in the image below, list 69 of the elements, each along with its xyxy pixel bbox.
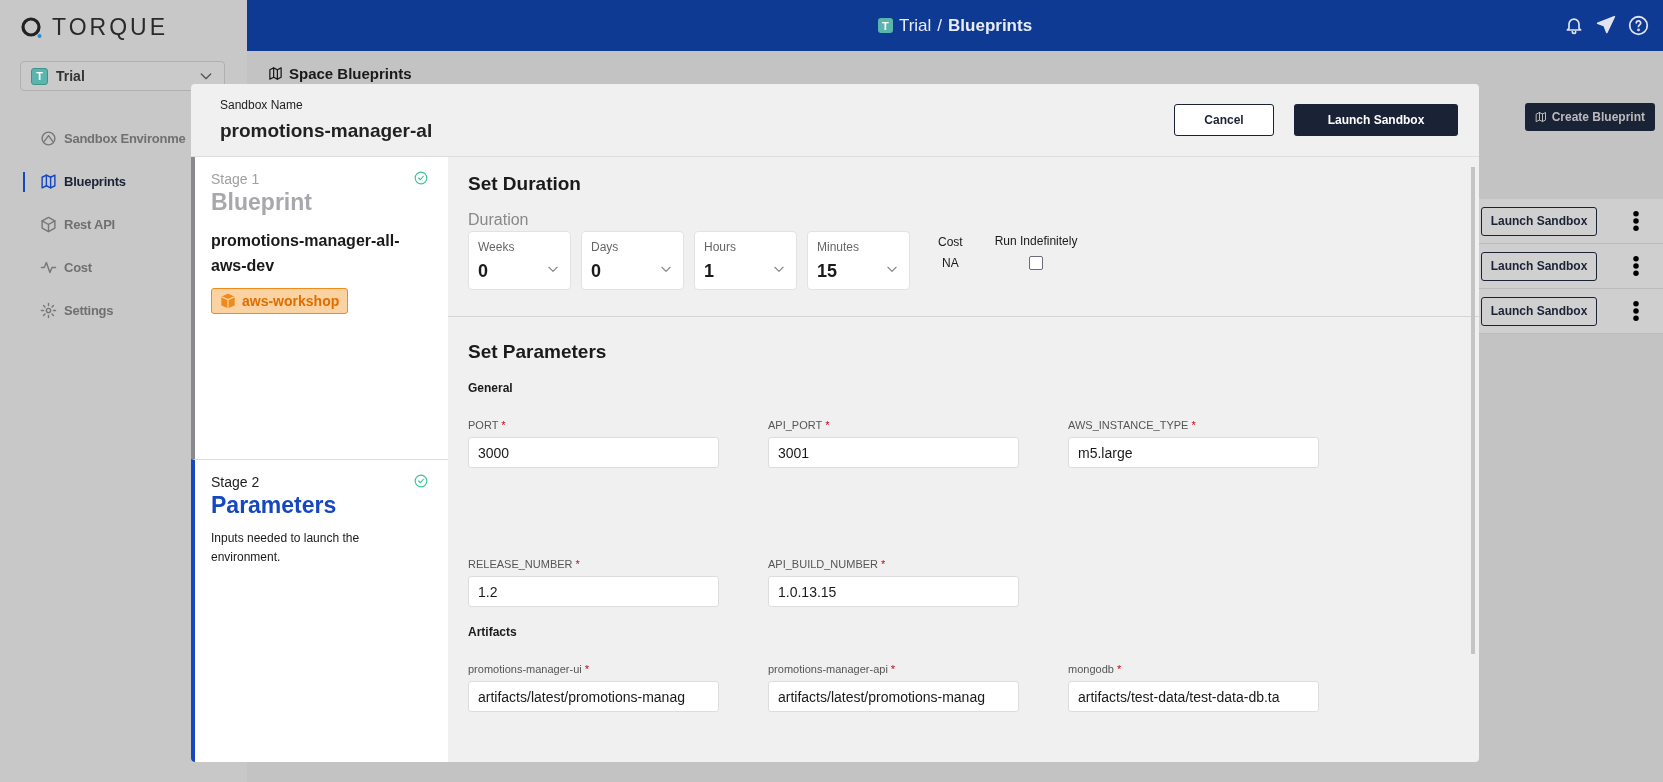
blueprint-name: promotions-manager-all-aws-dev (211, 231, 401, 276)
launch-sandbox-button[interactable]: Launch Sandbox (1481, 206, 1597, 236)
cost-label: Cost (938, 235, 963, 249)
send-icon[interactable] (1596, 15, 1616, 35)
input-field[interactable]: m5.large (1068, 437, 1319, 468)
duration-select[interactable]: Minutes 15 (807, 231, 910, 290)
cost-value: NA (942, 256, 959, 270)
settings-icon (40, 302, 57, 319)
field-label: promotions-manager-ui * (468, 663, 590, 675)
stage-title: Parameters (211, 492, 338, 519)
field-label: API_PORT * (768, 419, 831, 431)
field-label: PORT * (468, 419, 507, 431)
field-label: mongodb * (1068, 663, 1123, 675)
duration-select[interactable]: Weeks 0 (468, 231, 571, 290)
tag: aws-workshop (211, 288, 349, 314)
box-icon (220, 293, 236, 309)
field-label: RELEASE_NUMBER * (468, 558, 581, 570)
nav-item[interactable]: Blueprints (20, 160, 191, 203)
field-label: AWS_INSTANCE_TYPE * (1068, 419, 1197, 431)
map-icon (1534, 111, 1547, 123)
page-title: Blueprints (948, 15, 1033, 36)
help-icon[interactable] (1628, 15, 1649, 36)
duration-select[interactable]: Hours 1 (694, 231, 797, 290)
breadcrumb-link[interactable]: Trial (898, 15, 932, 36)
stage-number: Stage 2 (211, 474, 261, 490)
gauge-icon (40, 130, 57, 147)
scrollbar[interactable] (1471, 167, 1475, 654)
section-title: Set Parameters (468, 341, 608, 363)
field-label: API_BUILD_NUMBER * (768, 558, 887, 570)
field-label: promotions-manager-api * (768, 663, 897, 675)
field-label: Sandbox Name (220, 98, 304, 112)
launch-sandbox-button[interactable]: Launch Sandbox (1481, 296, 1597, 326)
stage-card[interactable]: Stage 2 Parameters Inputs needed to launch the environment. (191, 459, 448, 762)
input-field[interactable]: artifacts/latest/promotions-manag (468, 681, 719, 712)
logo-icon (20, 15, 44, 40)
input-field[interactable]: 3000 (468, 437, 719, 468)
group-title: General (468, 381, 514, 395)
map-icon (40, 173, 57, 190)
logo-text: TORQUE (52, 14, 168, 41)
section-title: Set Duration (468, 173, 582, 195)
input-field[interactable]: 1.2 (468, 576, 719, 607)
space-badge: T (31, 67, 48, 85)
input-field[interactable]: artifacts/test-data/test-data-db.ta (1068, 681, 1319, 712)
bell-icon[interactable] (1564, 15, 1584, 35)
field-label: Duration (468, 211, 530, 229)
duration-select[interactable]: Days 0 (581, 231, 684, 290)
breadcrumb-separator: / (937, 15, 943, 36)
stage-card[interactable]: Stage 1 Blueprint promotions-manager-all-aws-dev aws-workshop (191, 157, 448, 459)
section-title: Space Blueprints (289, 65, 412, 82)
active-indicator (23, 172, 25, 192)
map-icon (268, 66, 283, 81)
checkbox[interactable] (1029, 256, 1044, 270)
space-badge: T (877, 18, 893, 33)
sandbox-name: promotions-manager-al (220, 120, 434, 142)
create-blueprint-button[interactable]: Create Blueprint (1524, 103, 1655, 131)
input-field[interactable]: artifacts/latest/promotions-manag (768, 681, 1019, 712)
stage-description: Inputs needed to launch the environment. (211, 530, 361, 566)
cancel-button[interactable]: Cancel (1174, 104, 1274, 136)
cube-icon (40, 216, 57, 233)
input-field[interactable]: 3001 (768, 437, 1019, 468)
pulse-icon (40, 259, 57, 276)
group-title: Artifacts (468, 625, 518, 639)
stage-title: Blueprint (211, 189, 313, 216)
checkbox-label: Run Indefinitely (994, 234, 1078, 248)
launch-sandbox-button[interactable]: Launch Sandbox (1294, 104, 1458, 136)
launch-sandbox-button[interactable]: Launch Sandbox (1481, 251, 1597, 281)
space-select[interactable]: T Trial (20, 61, 225, 91)
input-field[interactable]: 1.0.13.15 (768, 576, 1019, 607)
stage-number: Stage 1 (211, 171, 261, 187)
